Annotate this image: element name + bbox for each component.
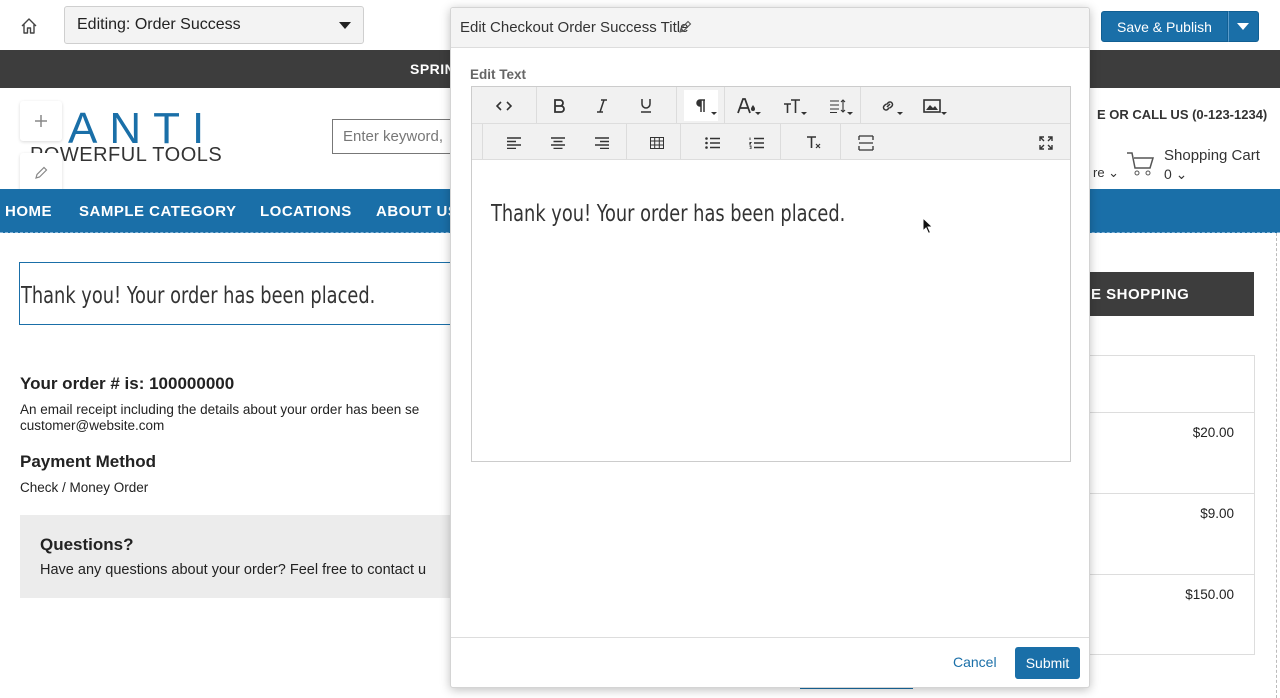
publish-options-button[interactable] [1227, 11, 1259, 42]
align-center-icon[interactable] [542, 127, 574, 158]
summary-row: $150.00 [1088, 574, 1254, 654]
nav-locations[interactable]: LOCATIONS [260, 203, 352, 220]
receipt-email: customer@website.com [20, 418, 165, 433]
divider [1276, 233, 1277, 698]
pencil-icon[interactable] [678, 20, 692, 34]
code-view-icon[interactable] [488, 90, 520, 121]
call-us-text: E OR CALL US (0-123-1234) [1097, 107, 1268, 122]
clear-formatting-icon[interactable] [798, 127, 830, 158]
cart-count-value: 0 [1164, 166, 1172, 182]
more-label: re [1093, 165, 1105, 180]
summary-price: $150.00 [1185, 587, 1234, 602]
fullscreen-icon[interactable] [1030, 127, 1062, 158]
cancel-button[interactable]: Cancel [953, 654, 997, 670]
add-block-button[interactable] [20, 101, 62, 141]
edit-title-modal: Edit Checkout Order Success Title Edit T… [450, 7, 1090, 688]
modal-title: Edit Checkout Order Success Title [460, 19, 689, 36]
cart-label[interactable]: Shopping Cart [1164, 147, 1260, 164]
edit-block-button[interactable] [20, 153, 62, 193]
publish-group: Save & Publish [1101, 11, 1259, 42]
more-dropdown[interactable]: re ⌄ [1093, 165, 1119, 181]
continue-shopping-button[interactable]: E SHOPPING [1088, 272, 1254, 316]
italic-icon[interactable] [586, 90, 618, 121]
cart-icon[interactable] [1126, 150, 1156, 178]
ordered-list-icon[interactable] [740, 127, 772, 158]
insert-hr-icon[interactable] [850, 127, 882, 158]
insert-table-icon[interactable] [641, 127, 673, 158]
summary-row: $9.00 [1088, 493, 1254, 575]
payment-method-heading: Payment Method [20, 452, 157, 471]
home-icon [21, 18, 37, 34]
nav-home[interactable]: HOME [5, 203, 52, 220]
editor-content[interactable]: Thank you! Your order has been placed. [491, 201, 845, 227]
search-input[interactable]: Enter keyword, [332, 119, 462, 154]
align-right-icon[interactable] [586, 127, 618, 158]
order-number: Your order # is: 100000000 [20, 374, 235, 393]
cart-count[interactable]: 0 ⌄ [1164, 166, 1187, 183]
receipt-text: An email receipt including the details a… [20, 402, 450, 434]
page-title: Thank you! Your order has been placed. [21, 283, 376, 309]
page-select[interactable]: Editing: Order Success [64, 6, 364, 44]
page-select-value: Editing: Order Success [77, 16, 241, 33]
receipt-line-1: An email receipt including the details a… [20, 402, 420, 417]
nav-sample-category[interactable]: SAMPLE CATEGORY [79, 203, 237, 220]
font-size-icon[interactable] [776, 90, 808, 121]
pencil-icon [35, 166, 48, 179]
summary-price: $20.00 [1192, 425, 1234, 440]
summary-price: $9.00 [1200, 506, 1234, 521]
plus-icon [35, 115, 47, 127]
line-height-icon[interactable] [822, 90, 854, 121]
modal-footer: Cancel Submit [451, 637, 1089, 687]
order-summary: $20.00 $9.00 $150.00 [1088, 355, 1255, 655]
toolbar-row-2 [472, 124, 1070, 160]
page-title-block[interactable]: Thank you! Your order has been placed. [19, 262, 459, 325]
paragraph-format-icon[interactable] [684, 90, 718, 121]
mouse-cursor-icon [922, 217, 934, 235]
chevron-down-icon [339, 21, 351, 29]
insert-image-icon[interactable] [916, 90, 948, 121]
text-color-icon[interactable] [732, 90, 762, 121]
toolbar-row-1 [472, 87, 1070, 124]
unordered-list-icon[interactable] [696, 127, 728, 158]
nav-about-us[interactable]: ABOUT US [376, 203, 458, 220]
save-publish-button[interactable]: Save & Publish [1101, 11, 1228, 42]
questions-heading: Questions? [40, 535, 134, 554]
submit-button[interactable]: Submit [1015, 647, 1080, 679]
questions-box: Questions? Have any questions about your… [20, 515, 460, 598]
payment-method-value: Check / Money Order [20, 480, 149, 495]
align-left-icon[interactable] [498, 127, 530, 158]
summary-row: $20.00 [1088, 412, 1254, 494]
questions-text: Have any questions about your order? Fee… [40, 562, 427, 578]
rich-text-editor: Thank you! Your order has been placed. [471, 86, 1071, 462]
underline-icon[interactable] [630, 90, 662, 121]
bold-icon[interactable] [543, 90, 575, 121]
insert-link-icon[interactable] [872, 90, 904, 121]
home-button[interactable] [14, 12, 44, 40]
chevron-down-icon [1237, 23, 1250, 30]
promo-text: SPRIN [410, 61, 456, 77]
edit-text-label: Edit Text [470, 67, 527, 82]
modal-header: Edit Checkout Order Success Title [451, 8, 1089, 48]
